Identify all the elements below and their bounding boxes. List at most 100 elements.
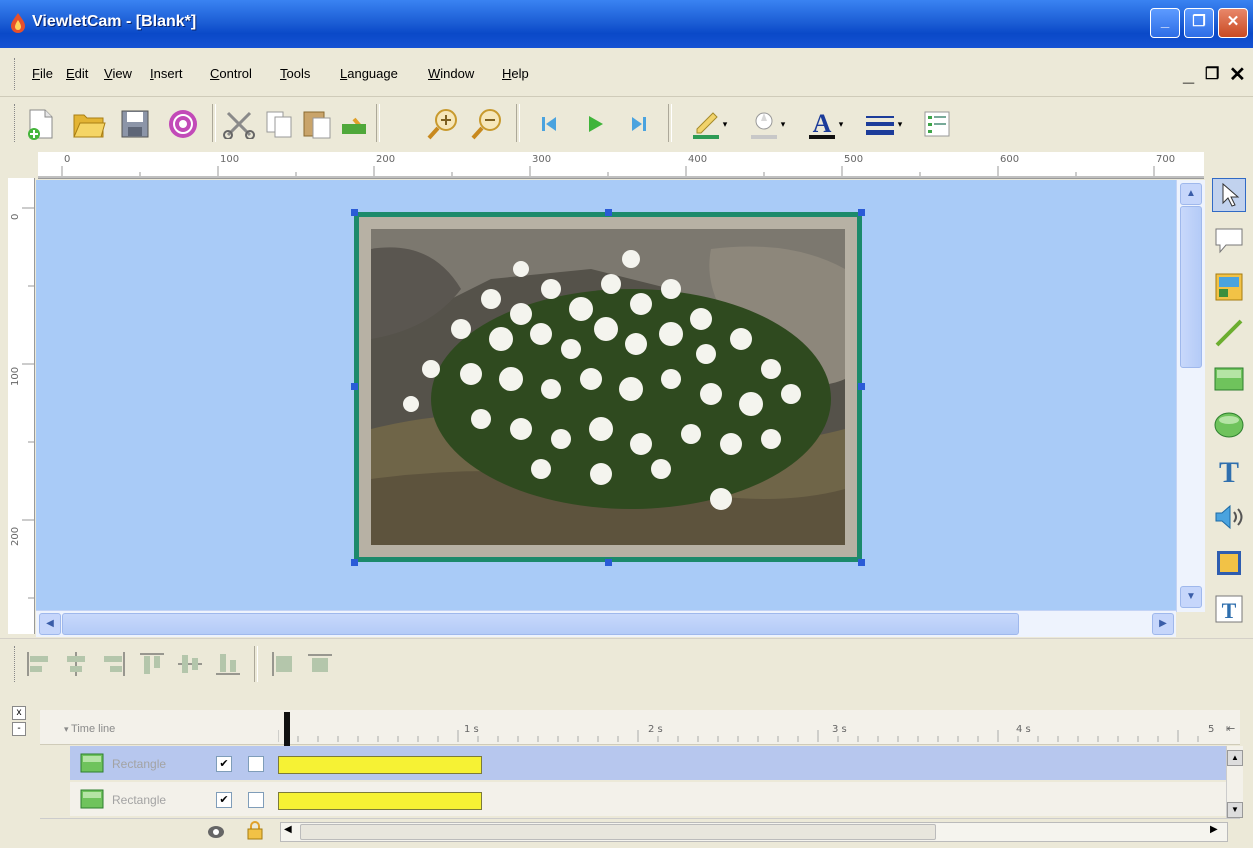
menu-insert[interactable]: Insert bbox=[150, 66, 183, 81]
callout-tool[interactable] bbox=[1212, 224, 1246, 258]
same-height-button[interactable] bbox=[304, 648, 336, 680]
menu-help[interactable]: Help bbox=[502, 66, 529, 81]
cut-button[interactable] bbox=[222, 106, 256, 142]
resize-handle[interactable] bbox=[858, 209, 865, 216]
ellipse-tool[interactable] bbox=[1212, 408, 1246, 442]
collapse-icon: ▾ bbox=[64, 724, 72, 734]
resize-handle[interactable] bbox=[605, 559, 612, 566]
horizontal-scroll-thumb[interactable] bbox=[62, 613, 1019, 635]
picture-tool[interactable] bbox=[1212, 546, 1246, 580]
align-top-icon bbox=[140, 653, 164, 674]
copy-button[interactable] bbox=[262, 106, 296, 142]
ruler-label: 600 bbox=[1000, 154, 1020, 165]
paste-button[interactable] bbox=[300, 106, 334, 142]
align-right-button[interactable] bbox=[98, 648, 130, 680]
fill-color-button[interactable]: ▾ bbox=[742, 106, 792, 142]
timeline-label[interactable]: ▾ Time line bbox=[64, 723, 115, 735]
timeline-scroll-up[interactable]: ▲ bbox=[1227, 750, 1243, 766]
menu-grip[interactable] bbox=[14, 58, 18, 90]
timeline-layer-row[interactable] bbox=[70, 746, 1226, 780]
timeline-scroll-thumb[interactable] bbox=[300, 824, 936, 840]
resize-handle[interactable] bbox=[351, 383, 358, 390]
menu-file[interactable]: File bbox=[32, 66, 53, 81]
layer-duration-bar[interactable] bbox=[278, 792, 482, 810]
menu-view[interactable]: View bbox=[104, 66, 132, 81]
resize-handle[interactable] bbox=[351, 209, 358, 216]
properties-button[interactable] bbox=[920, 106, 954, 142]
text-tool[interactable]: T bbox=[1212, 454, 1246, 488]
layer-visible-checkbox[interactable]: ✔ bbox=[216, 756, 232, 772]
layer-lock-checkbox[interactable] bbox=[248, 756, 264, 772]
timeline-scroll-right[interactable]: ▶ bbox=[1210, 824, 1218, 835]
toolbar-grip[interactable] bbox=[14, 646, 18, 682]
textbox-tool[interactable]: T bbox=[1212, 592, 1246, 626]
undo-button[interactable] bbox=[338, 106, 372, 142]
zoom-in-button[interactable] bbox=[426, 106, 460, 142]
timeline-close-button[interactable]: x bbox=[12, 706, 26, 720]
scroll-up-button[interactable]: ▲ bbox=[1180, 183, 1202, 205]
playhead[interactable] bbox=[284, 712, 290, 748]
vertical-scroll-thumb[interactable] bbox=[1180, 206, 1202, 368]
align-middle-button[interactable] bbox=[174, 648, 206, 680]
align-center-button[interactable] bbox=[60, 648, 92, 680]
ruler-label: 300 bbox=[532, 154, 552, 165]
align-bottom-icon bbox=[216, 654, 240, 675]
align-top-button[interactable] bbox=[136, 648, 168, 680]
document-close-button[interactable]: ✕ bbox=[1229, 62, 1246, 87]
sound-icon bbox=[1215, 504, 1243, 530]
minimize-button[interactable]: _ bbox=[1150, 8, 1180, 38]
record-button[interactable] bbox=[166, 106, 200, 142]
pointer-tool[interactable] bbox=[1212, 178, 1246, 212]
resize-handle[interactable] bbox=[858, 383, 865, 390]
layer-name[interactable]: Rectangle bbox=[112, 793, 166, 807]
menu-window[interactable]: Window bbox=[428, 66, 474, 81]
document-restore-button[interactable]: ❐ bbox=[1205, 64, 1219, 84]
timeline-end-arrow[interactable]: ⇤ bbox=[1226, 722, 1235, 735]
zoom-out-button[interactable] bbox=[470, 106, 504, 142]
eye-icon[interactable] bbox=[206, 822, 226, 840]
layer-duration-bar[interactable] bbox=[278, 756, 482, 774]
close-button[interactable]: ✕ bbox=[1218, 8, 1248, 38]
menu-edit[interactable]: Edit bbox=[66, 66, 88, 81]
line-style-button[interactable]: ▾ bbox=[858, 106, 908, 142]
selected-rectangle-object[interactable] bbox=[354, 212, 862, 562]
align-bottom-button[interactable] bbox=[212, 648, 244, 680]
document-minimize-button[interactable]: _ bbox=[1183, 64, 1194, 87]
image-tool[interactable] bbox=[1212, 270, 1246, 304]
layer-lock-checkbox[interactable] bbox=[248, 792, 264, 808]
align-left-button[interactable] bbox=[22, 648, 54, 680]
timeline-scroll-left[interactable]: ◀ bbox=[284, 824, 292, 835]
new-file-button[interactable] bbox=[24, 106, 58, 142]
resize-handle[interactable] bbox=[351, 559, 358, 566]
close-icon: ✕ bbox=[1226, 13, 1240, 30]
layer-visible-checkbox[interactable]: ✔ bbox=[216, 792, 232, 808]
open-button[interactable] bbox=[72, 106, 106, 142]
forward-button[interactable] bbox=[622, 106, 656, 142]
rectangle-tool[interactable] bbox=[1212, 362, 1246, 396]
scroll-down-button[interactable]: ▼ bbox=[1180, 586, 1202, 608]
timeline-scroll-down[interactable]: ▼ bbox=[1227, 802, 1243, 818]
restore-button[interactable]: ❐ bbox=[1184, 8, 1214, 38]
menu-control[interactable]: Control bbox=[210, 66, 252, 81]
line-color-button[interactable]: ▾ bbox=[684, 106, 734, 142]
font-color-button[interactable]: A ▾ bbox=[800, 106, 850, 142]
sound-tool[interactable] bbox=[1212, 500, 1246, 534]
menu-language[interactable]: Language bbox=[340, 66, 398, 81]
rewind-button[interactable] bbox=[532, 106, 566, 142]
undo-icon bbox=[342, 117, 366, 134]
scroll-right-button[interactable]: ▶ bbox=[1152, 613, 1174, 635]
lock-icon[interactable] bbox=[246, 820, 264, 840]
layer-name[interactable]: Rectangle bbox=[112, 757, 166, 771]
timeline-layer-row[interactable] bbox=[70, 782, 1226, 816]
play-button[interactable] bbox=[578, 106, 612, 142]
save-button[interactable] bbox=[118, 106, 152, 142]
timeline-minimize-button[interactable]: - bbox=[12, 722, 26, 736]
menu-tools[interactable]: Tools bbox=[280, 66, 310, 81]
scroll-left-button[interactable]: ◀ bbox=[39, 613, 61, 635]
resize-handle[interactable] bbox=[858, 559, 865, 566]
same-width-icon bbox=[272, 652, 292, 676]
same-width-button[interactable] bbox=[266, 648, 298, 680]
toolbar-grip[interactable] bbox=[14, 104, 18, 142]
resize-handle[interactable] bbox=[605, 209, 612, 216]
line-tool[interactable] bbox=[1212, 316, 1246, 350]
